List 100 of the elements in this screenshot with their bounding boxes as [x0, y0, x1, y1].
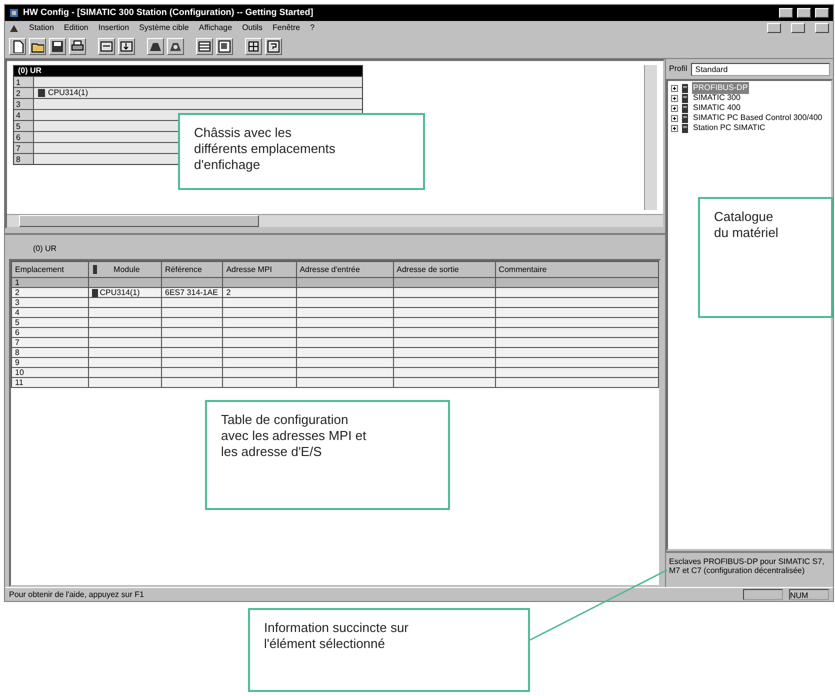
station-button[interactable] [147, 38, 164, 55]
horizontal-scrollbar[interactable] [7, 214, 663, 227]
table-row[interactable]: 5 [12, 318, 658, 328]
table-row[interactable]: 11 [12, 378, 658, 388]
table-cell: 8 [15, 348, 20, 357]
slot-number: 6 [14, 132, 34, 142]
slot-number: 7 [14, 143, 34, 153]
table-cell: 4 [15, 308, 20, 317]
download-button[interactable] [118, 38, 135, 55]
table-icon [198, 40, 211, 53]
catalog-icon [218, 40, 231, 53]
table-cell: 3 [15, 298, 20, 307]
tree-item[interactable]: SIMATIC 300 [692, 92, 742, 104]
column-header[interactable]: Commentaire [495, 262, 658, 278]
print-icon [71, 40, 84, 53]
column-header[interactable]: Emplacement [12, 262, 88, 278]
slot-number: 3 [14, 99, 34, 109]
expand-icon[interactable] [671, 84, 678, 92]
close-button[interactable] [815, 23, 829, 33]
slot-number: 5 [14, 121, 34, 131]
table-row[interactable]: 3 [12, 298, 658, 308]
open-button[interactable] [29, 38, 46, 55]
table-row[interactable]: 9 [12, 358, 658, 368]
table-cell: 10 [15, 368, 24, 377]
menu-item[interactable]: Station [29, 22, 54, 34]
menu-item[interactable]: Système cible [139, 22, 189, 34]
table-cell: 11 [15, 378, 24, 387]
minimize-button[interactable] [779, 8, 793, 18]
callout: Châssis avec les différents emplacements d'enfichage [178, 113, 425, 190]
grid-button[interactable] [245, 38, 262, 55]
catalog-button[interactable] [216, 38, 233, 55]
table-row[interactable]: 1 [12, 278, 658, 288]
table-cell: 5 [15, 318, 20, 327]
print-button[interactable] [69, 38, 86, 55]
table-row[interactable]: 8 [12, 348, 658, 358]
table-button[interactable] [196, 38, 213, 55]
column-header[interactable]: Adresse de sortie [393, 262, 496, 278]
callout: Catalogue du matériel [698, 197, 833, 318]
app-icon [9, 8, 19, 18]
table-row[interactable]: 2 CPU314(1) 6ES7 314-1AE 2 [12, 288, 658, 298]
window-title: HW Config - [SIMATIC 300 Station (Configuration) -- Getting Started] [23, 6, 314, 20]
rack-title: (0) UR [14, 66, 362, 76]
profile-dropdown[interactable]: Standard [691, 62, 830, 76]
table-row[interactable]: 6 [12, 328, 658, 338]
menu-item[interactable]: Affichage [198, 22, 232, 34]
expand-icon[interactable] [671, 114, 678, 122]
tree-item[interactable]: SIMATIC PC Based Control 300/400 [692, 112, 824, 124]
callout: Table de configuration avec les adresses MPI et les adresse d'E/S [205, 400, 450, 510]
table-cell: 1 [15, 278, 20, 287]
callout: Information succincte sur l'élément sélectionné [248, 608, 530, 692]
table-cell: CPU314(1) [100, 288, 140, 297]
column-header[interactable]: Adresse MPI [222, 262, 296, 278]
menu-item[interactable]: Fenêtre [272, 22, 300, 34]
menu-item[interactable]: ? [310, 22, 315, 34]
tree-item[interactable]: Station PC SIMATIC [692, 122, 766, 134]
maximize-button[interactable] [797, 8, 811, 18]
save-icon [51, 40, 64, 53]
expand-icon[interactable] [671, 124, 678, 132]
help-icon [267, 40, 280, 53]
module-icon [92, 288, 98, 297]
save-button[interactable] [49, 38, 66, 55]
table-cell: 6 [15, 328, 20, 337]
tree-item[interactable]: PROFIBUS-DP [692, 82, 749, 94]
menu-item[interactable]: Outils [242, 22, 263, 34]
restore-button[interactable] [791, 23, 805, 33]
new-button[interactable] [9, 38, 26, 55]
profile-label: Profil [669, 63, 688, 75]
compile-button[interactable] [98, 38, 115, 55]
tree-item[interactable]: SIMATIC 400 [692, 102, 742, 114]
status-text: Pour obtenir de l'aide, appuyez sur F1 [9, 588, 145, 600]
network-button[interactable] [167, 38, 184, 55]
slot-number: 1 [14, 77, 34, 87]
table-cell: 2 [15, 288, 20, 297]
slot-number: 2 [14, 88, 34, 98]
module-name[interactable]: CPU314(1) [48, 87, 88, 99]
status-panel [743, 589, 783, 600]
menu-item[interactable]: Insertion [98, 22, 130, 34]
expand-icon[interactable] [671, 94, 678, 102]
vertical-scrollbar[interactable] [644, 65, 657, 210]
module-icon [92, 264, 98, 274]
table-cell: 2 [226, 288, 231, 297]
module-icon [38, 89, 45, 97]
grid-icon [247, 40, 260, 53]
table-row[interactable]: 4 [12, 308, 658, 318]
expand-icon[interactable] [671, 104, 678, 112]
minimize-button[interactable] [767, 23, 781, 33]
rack-label: (0) UR [33, 244, 57, 253]
close-button[interactable] [815, 8, 829, 18]
menu-item[interactable]: Edition [64, 22, 88, 34]
help-button[interactable] [265, 38, 282, 55]
column-header[interactable]: Adresse d'entrée [296, 262, 394, 278]
slot-number: 4 [14, 110, 34, 120]
column-header[interactable]: Référence [162, 262, 223, 278]
table-row[interactable]: 10 [12, 368, 658, 378]
download-icon [120, 40, 133, 53]
table-cell: 7 [15, 338, 20, 347]
compile-icon [100, 40, 113, 53]
info-text: Esclaves PROFIBUS-DP pour SIMATIC S7, M7 et C7 (configuration décentralisée) [666, 551, 833, 587]
table-cell: 9 [15, 358, 20, 367]
table-row[interactable]: 7 [12, 338, 658, 348]
